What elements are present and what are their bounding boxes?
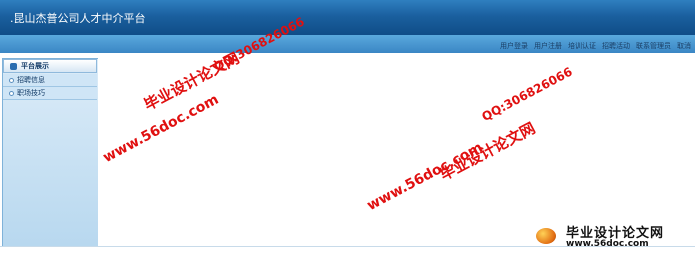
app-title: .昆山杰普公司人才中介平台 bbox=[10, 12, 146, 25]
nav-link-training[interactable]: 培训认证 bbox=[568, 41, 596, 53]
logo-ball-icon bbox=[536, 228, 556, 244]
sidebar-heading-label: 平台展示 bbox=[21, 62, 49, 70]
nav-link-cancel[interactable]: 取消 bbox=[677, 41, 691, 53]
nav-link-login[interactable]: 用户登录 bbox=[500, 41, 528, 53]
sidebar-item-tips[interactable]: 职场技巧 bbox=[3, 87, 97, 100]
logo-url: www.56doc.com bbox=[566, 239, 649, 249]
bullet-icon bbox=[9, 90, 14, 96]
site-logo: 毕业设计论文网 www.56doc.com bbox=[530, 222, 690, 252]
sidebar-item-label: 招聘信息 bbox=[17, 76, 45, 84]
sidebar-heading: 平台展示 bbox=[3, 59, 97, 73]
top-nav-links: 用户登录 用户注册 培训认证 招聘活动 联系管理员 取消 bbox=[500, 41, 691, 53]
sidebar-item-jobs[interactable]: 招聘信息 bbox=[3, 74, 97, 87]
sidebar-item-label: 职场技巧 bbox=[17, 89, 45, 97]
platform-icon bbox=[10, 62, 17, 70]
nav-link-recruit-events[interactable]: 招聘活动 bbox=[602, 41, 630, 53]
nav-link-contact-admin[interactable]: 联系管理员 bbox=[636, 41, 671, 53]
app-header: .昆山杰普公司人才中介平台 bbox=[0, 0, 695, 36]
nav-link-register[interactable]: 用户注册 bbox=[534, 41, 562, 53]
bullet-icon bbox=[9, 77, 14, 83]
